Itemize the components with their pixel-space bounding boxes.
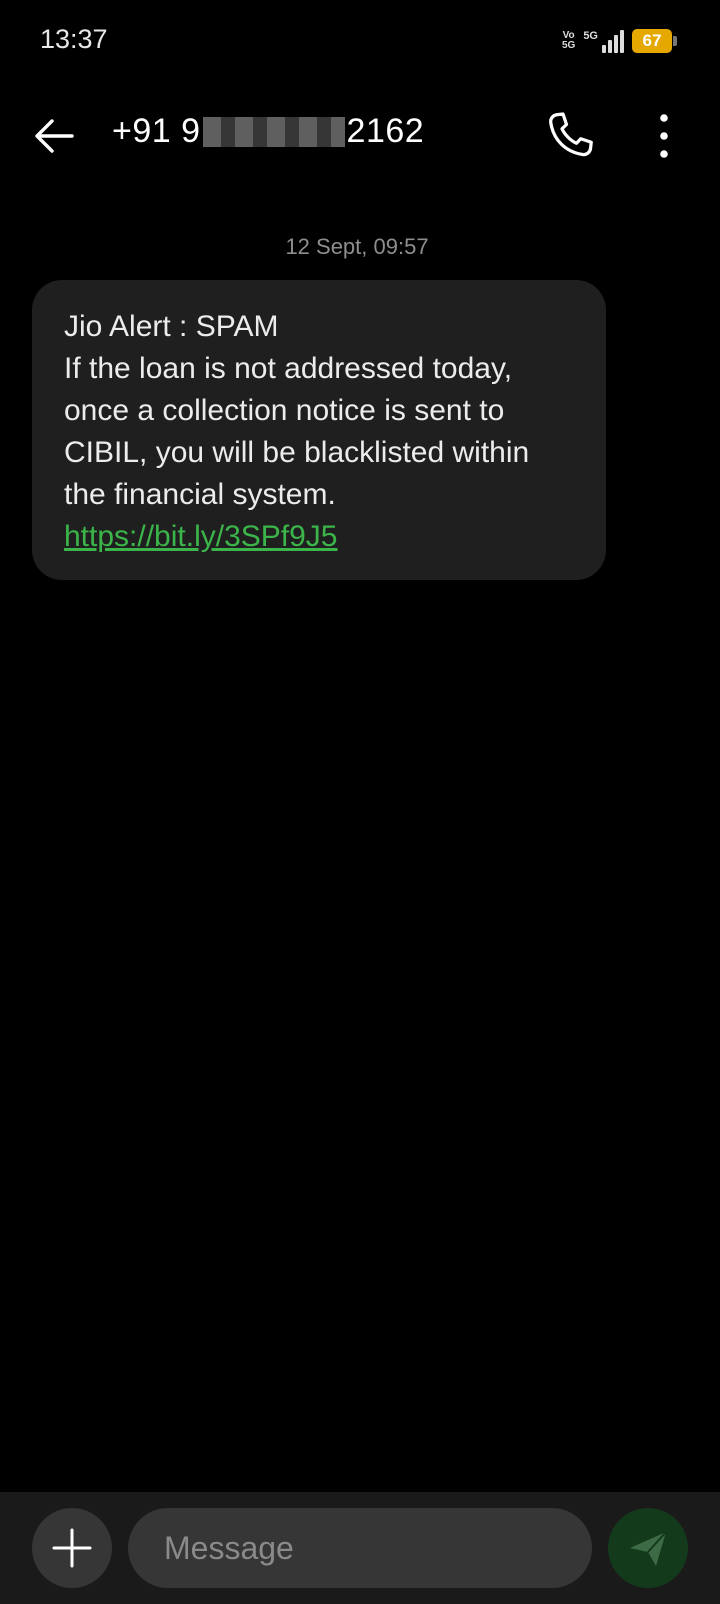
send-icon bbox=[630, 1531, 667, 1566]
battery-level: 67 bbox=[642, 31, 662, 50]
signal-icon: 5G bbox=[583, 29, 624, 53]
arrow-left-icon bbox=[35, 119, 74, 153]
status-bar: 13:37 Vo 5G 5G 67 bbox=[0, 0, 720, 80]
send-button[interactable] bbox=[608, 1508, 688, 1588]
signal-bar bbox=[602, 44, 606, 53]
back-button[interactable] bbox=[30, 110, 82, 162]
message-date: 12 Sept, 09:57 bbox=[285, 234, 429, 259]
conversation-header: +91 9 2162 bbox=[0, 96, 720, 176]
status-icons: Vo 5G 5G 67 bbox=[562, 26, 677, 56]
phone-prefix: +91 9 bbox=[112, 112, 201, 150]
message-input[interactable] bbox=[128, 1508, 592, 1588]
battery-icon: 67 bbox=[632, 29, 677, 53]
status-time: 13:37 bbox=[40, 24, 108, 54]
message-link[interactable]: https://bit.ly/3SPf9J5 bbox=[64, 516, 574, 558]
signal-bar bbox=[608, 39, 612, 53]
more-vertical-icon bbox=[660, 114, 668, 158]
volte-bottom-label: 5G bbox=[561, 40, 576, 51]
contact-number[interactable]: +91 9 2162 bbox=[112, 112, 424, 151]
message-title: Jio Alert : SPAM bbox=[64, 310, 279, 343]
signal-bar bbox=[614, 34, 618, 53]
message-bubble[interactable]: Jio Alert : SPAM If the loan is not addr… bbox=[32, 280, 606, 580]
redacted-digits bbox=[202, 116, 345, 147]
signal-bar bbox=[620, 29, 624, 53]
more-options-button[interactable] bbox=[646, 108, 682, 164]
message-composer bbox=[0, 1492, 720, 1604]
attach-button[interactable] bbox=[32, 1508, 112, 1588]
network-type-label: 5G bbox=[583, 29, 598, 42]
plus-icon bbox=[52, 1528, 92, 1568]
phone-icon bbox=[549, 112, 593, 157]
call-button[interactable] bbox=[540, 106, 600, 166]
message-body: If the loan is not addressed today, once… bbox=[64, 352, 530, 511]
volte-icon: Vo 5G bbox=[562, 31, 575, 51]
phone-suffix: 2162 bbox=[346, 112, 425, 150]
